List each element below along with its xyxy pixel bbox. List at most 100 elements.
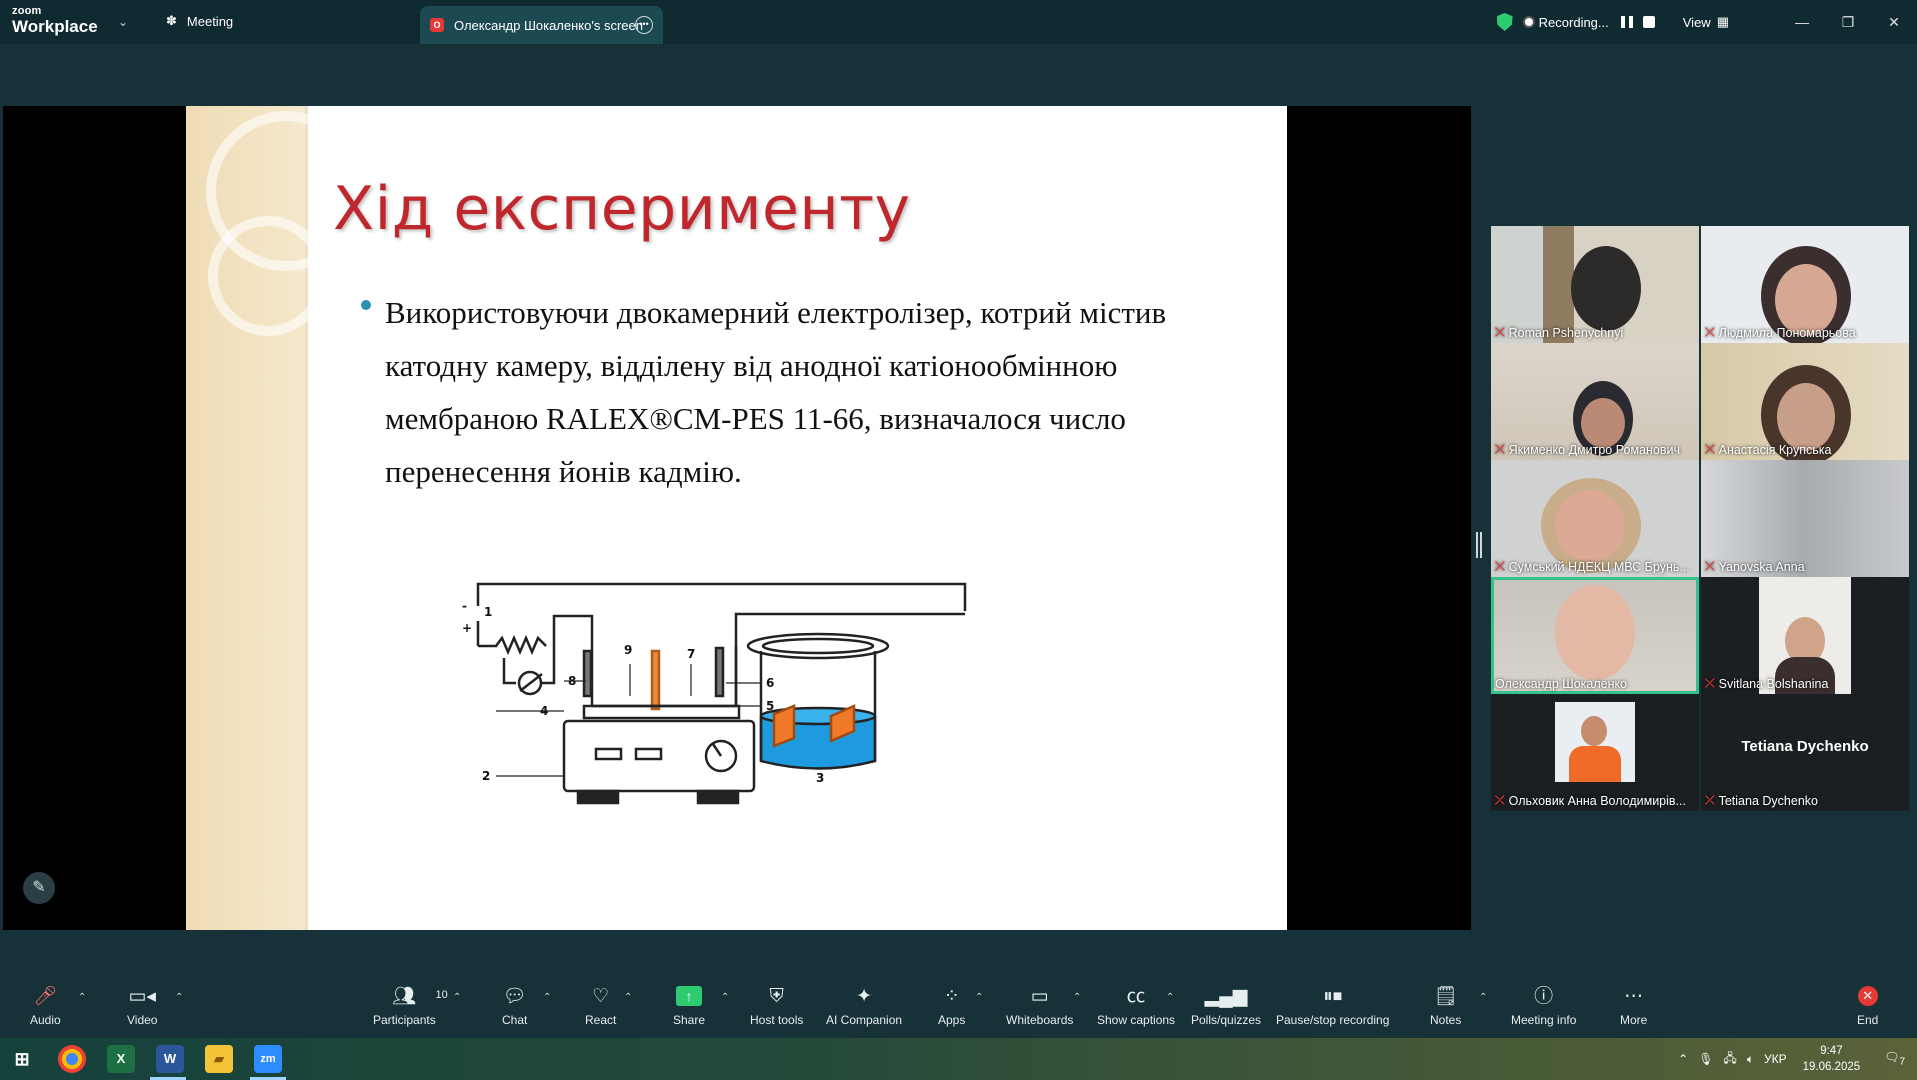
excel-icon[interactable]: X	[107, 1045, 135, 1073]
ai-companion-button[interactable]: ✦ AI Companion	[826, 986, 902, 1027]
participant-name: ⤫ Анастасія Крупська	[1705, 442, 1832, 457]
annotate-pen-icon[interactable]: ✎	[23, 872, 55, 904]
chevron-up-icon[interactable]: ⌃	[453, 992, 461, 1003]
end-call-icon: ✕	[1857, 986, 1878, 1006]
chat-icon: 💬︎	[502, 986, 527, 1007]
diagram-label: 1	[484, 605, 492, 619]
video-button[interactable]: ▭◂ Video	[127, 986, 157, 1027]
show-captions-button[interactable]: ㏄ Show captions	[1097, 986, 1175, 1027]
chevron-up-icon[interactable]: ⌃	[721, 992, 729, 1003]
participant-gallery: ⤫ Roman Pshenychnyi ⤫ Людмила Пономарьова …	[1491, 226, 1909, 811]
participant-video	[1571, 246, 1641, 331]
microphone-icon[interactable]: 🎙︎	[1698, 1052, 1713, 1066]
more-icon: ⋯	[1624, 986, 1644, 1007]
pause-stop-label: Pause/stop recording	[1276, 1013, 1390, 1027]
zoom-workplace-logo[interactable]: zoom Workplace	[12, 6, 98, 36]
chevron-up-icon[interactable]: ⌃	[1166, 992, 1174, 1003]
apps-button[interactable]: ⁘ Apps	[938, 986, 965, 1027]
mic-muted-icon: ⤫	[1495, 325, 1505, 339]
chevron-up-icon[interactable]: ⌃	[1678, 1052, 1688, 1066]
react-button[interactable]: ♡ React	[585, 986, 616, 1027]
electrolyzer-diagram: - + 1 9 7 8 6 4 5 2 3	[462, 582, 967, 805]
video-tile[interactable]: ⤫ Svitlana Bolshanina	[1701, 577, 1909, 694]
volume-icon[interactable]: 🔈︎	[1747, 1052, 1754, 1067]
bar-chart-icon: ▂▄▆	[1204, 986, 1248, 1007]
participants-button[interactable]: 👥︎ 10 Participants	[373, 986, 448, 1027]
more-button[interactable]: ⋯ More	[1620, 986, 1647, 1027]
notes-label: Notes	[1430, 1013, 1462, 1027]
meeting-info-button[interactable]: ⓘ Meeting info	[1511, 986, 1576, 1027]
meeting-info-label: Meeting info	[1511, 1013, 1577, 1027]
chevron-down-icon[interactable]: ⌄	[118, 15, 128, 29]
diagram-label: 3	[816, 771, 824, 785]
info-icon: ⓘ	[1534, 986, 1554, 1007]
mic-muted-icon: ⤫	[1705, 676, 1715, 690]
tab-meeting[interactable]: ✽ Meeting	[166, 13, 233, 29]
whiteboards-button[interactable]: ▭ Whiteboards	[1006, 986, 1073, 1027]
restore-button[interactable]: ❐	[1825, 14, 1871, 31]
pause-stop-icon: ⏸⏹	[1323, 986, 1343, 1007]
zoom-app-icon[interactable]: zm	[254, 1045, 282, 1073]
video-tile[interactable]: ⤫ Ольховик Анна Володимирів...	[1491, 694, 1699, 811]
audio-label: Audio	[30, 1013, 61, 1027]
slide-decor-band	[186, 106, 366, 930]
notifications-icon[interactable]: 🗨︎7	[1884, 1050, 1905, 1067]
more-label: More	[1620, 1013, 1648, 1027]
ai-companion-label: AI Companion	[826, 1013, 903, 1027]
chevron-up-icon[interactable]: ⌃	[175, 992, 183, 1003]
mic-muted-icon: ⤫	[1705, 325, 1715, 339]
file-explorer-icon[interactable]: ▰	[205, 1045, 233, 1073]
decor-circle	[208, 216, 328, 336]
mic-muted-icon: 🎤︎	[33, 986, 58, 1007]
polls-label: Polls/quizzes	[1191, 1013, 1262, 1027]
diagram-label: 4	[540, 704, 548, 718]
clock[interactable]: 9:47 19.06.2025	[1803, 1043, 1861, 1075]
stop-recording-button[interactable]	[1642, 16, 1655, 28]
chevron-up-icon[interactable]: ⌃	[1479, 992, 1487, 1003]
audio-button[interactable]: 🎤︎ Audio	[30, 986, 61, 1027]
video-tile[interactable]: ⤫ Якименко Дмитро Романович	[1491, 343, 1699, 460]
tab-shared-screen[interactable]: O Олександр Шокаленко's screen •••	[420, 6, 663, 44]
video-tile[interactable]: ⤫ Roman Pshenychnyi	[1491, 226, 1699, 343]
video-tile[interactable]: ⤫ Анастасія Крупська	[1701, 343, 1909, 460]
participant-name: ⤫ Svitlana Bolshanina	[1705, 676, 1829, 691]
chevron-up-icon[interactable]: ⌃	[624, 992, 632, 1003]
encryption-shield-icon[interactable]	[1496, 13, 1513, 31]
video-tile[interactable]: ⤫ Людмила Пономарьова	[1701, 226, 1909, 343]
notes-button[interactable]: 🗒︎ Notes	[1430, 986, 1461, 1027]
close-button[interactable]: ✕	[1871, 14, 1917, 31]
diagram-label: 9	[624, 643, 632, 657]
participant-name: ⤫ Tetiana Dychenko	[1705, 793, 1818, 808]
video-tile-active-speaker[interactable]: Олександр Шокаленко	[1491, 577, 1699, 694]
share-button[interactable]: ↑ Share	[673, 986, 705, 1027]
windows-start-icon[interactable]: ⊞	[8, 1045, 36, 1073]
language-indicator[interactable]: УКР	[1764, 1052, 1787, 1066]
end-button[interactable]: ✕ End	[1857, 986, 1878, 1027]
host-tools-button[interactable]: ⛨ Host tools	[750, 986, 803, 1027]
chevron-up-icon[interactable]: ⌃	[1073, 992, 1081, 1003]
chevron-up-icon[interactable]: ⌃	[543, 992, 551, 1003]
word-icon[interactable]: W	[156, 1045, 184, 1073]
chrome-icon[interactable]	[58, 1045, 86, 1073]
resize-handle[interactable]	[1476, 532, 1482, 558]
chevron-up-icon[interactable]: ⌃	[975, 992, 983, 1003]
pause-stop-recording-button[interactable]: ⏸⏹ Pause/stop recording	[1276, 986, 1389, 1027]
video-tile[interactable]: ⤫ Сумський НДЕКЦ МВС Брунь...	[1491, 460, 1699, 577]
participant-display-name: Tetiana Dychenko	[1741, 738, 1869, 755]
network-icon[interactable]: 🖧︎	[1723, 1049, 1736, 1070]
zoom-window: { "titlebar": { "brand_top": "zoom", "br…	[0, 0, 1917, 1080]
more-options-icon[interactable]: •••	[635, 16, 653, 34]
chevron-up-icon[interactable]: ⌃	[78, 992, 86, 1003]
presentation-slide: Хід експерименту Використовуючи двокамер…	[186, 106, 1287, 930]
mic-muted-icon: ⤫	[1705, 793, 1715, 807]
view-button[interactable]: View ▦	[1683, 14, 1729, 30]
mic-muted-icon: ⤫	[1705, 559, 1715, 573]
video-tile-no-video[interactable]: Tetiana Dychenko ⤫ Tetiana Dychenko	[1701, 694, 1909, 811]
recording-indicator[interactable]: Recording...	[1524, 15, 1609, 30]
video-tile[interactable]: ⤫ Yanovska Anna	[1701, 460, 1909, 577]
minimize-button[interactable]: —	[1779, 14, 1825, 30]
chat-button[interactable]: 💬︎ Chat	[502, 986, 527, 1027]
polls-button[interactable]: ▂▄▆ Polls/quizzes	[1191, 986, 1261, 1027]
shared-screen[interactable]: Хід експерименту Використовуючи двокамер…	[3, 106, 1471, 930]
pause-recording-button[interactable]	[1620, 16, 1633, 28]
